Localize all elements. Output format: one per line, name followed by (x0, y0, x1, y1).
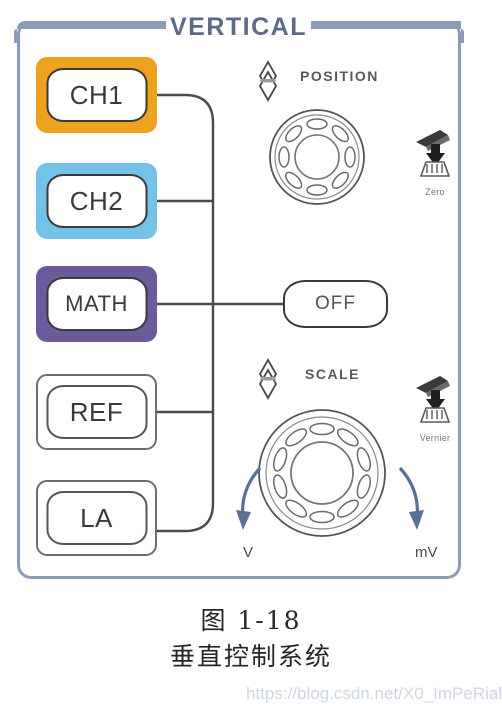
button-math[interactable]: MATH (36, 266, 157, 342)
scale-label: SCALE (305, 366, 360, 382)
button-ch2-label: CH2 (46, 174, 147, 228)
scale-press-vernier-group[interactable]: Vernier (404, 372, 466, 443)
figure-title: 垂直控制系统 (169, 642, 332, 671)
scale-knob[interactable] (255, 406, 389, 545)
scale-rotate-ccw-arrow-icon (226, 462, 270, 547)
button-ch1-label: CH1 (46, 68, 147, 122)
button-off-label: OFF (315, 293, 356, 314)
figure-number: 图 1-18 (200, 606, 302, 635)
press-knob-icon (416, 376, 451, 423)
position-label: POSITION (300, 68, 379, 84)
button-ref[interactable]: REF (36, 374, 157, 450)
button-off[interactable]: OFF (283, 280, 388, 328)
button-la-label: LA (46, 491, 147, 545)
figure-caption: 图 1-18 垂直控制系统 (0, 604, 502, 676)
watermark-text: https://blog.csdn.net/X0_ImPeRial (246, 684, 502, 703)
scale-unit-millivolts-label: mV (415, 544, 438, 561)
scale-press-label: Vernier (419, 433, 451, 443)
button-ref-label: REF (46, 385, 147, 439)
position-press-label: Zero (425, 187, 445, 197)
button-math-label: MATH (46, 277, 147, 331)
scale-unit-volts-label: V (243, 544, 254, 561)
button-ch2[interactable]: CH2 (36, 163, 157, 239)
position-knob[interactable] (266, 106, 368, 213)
position-press-zero-group[interactable]: Zero (404, 126, 466, 197)
updown-arrow-icon (257, 358, 279, 405)
press-knob-icon (416, 130, 451, 177)
scale-rotate-cw-arrow-icon (390, 462, 434, 547)
button-ch1[interactable]: CH1 (36, 57, 157, 133)
button-la[interactable]: LA (36, 480, 157, 556)
updown-arrow-icon (257, 60, 279, 107)
